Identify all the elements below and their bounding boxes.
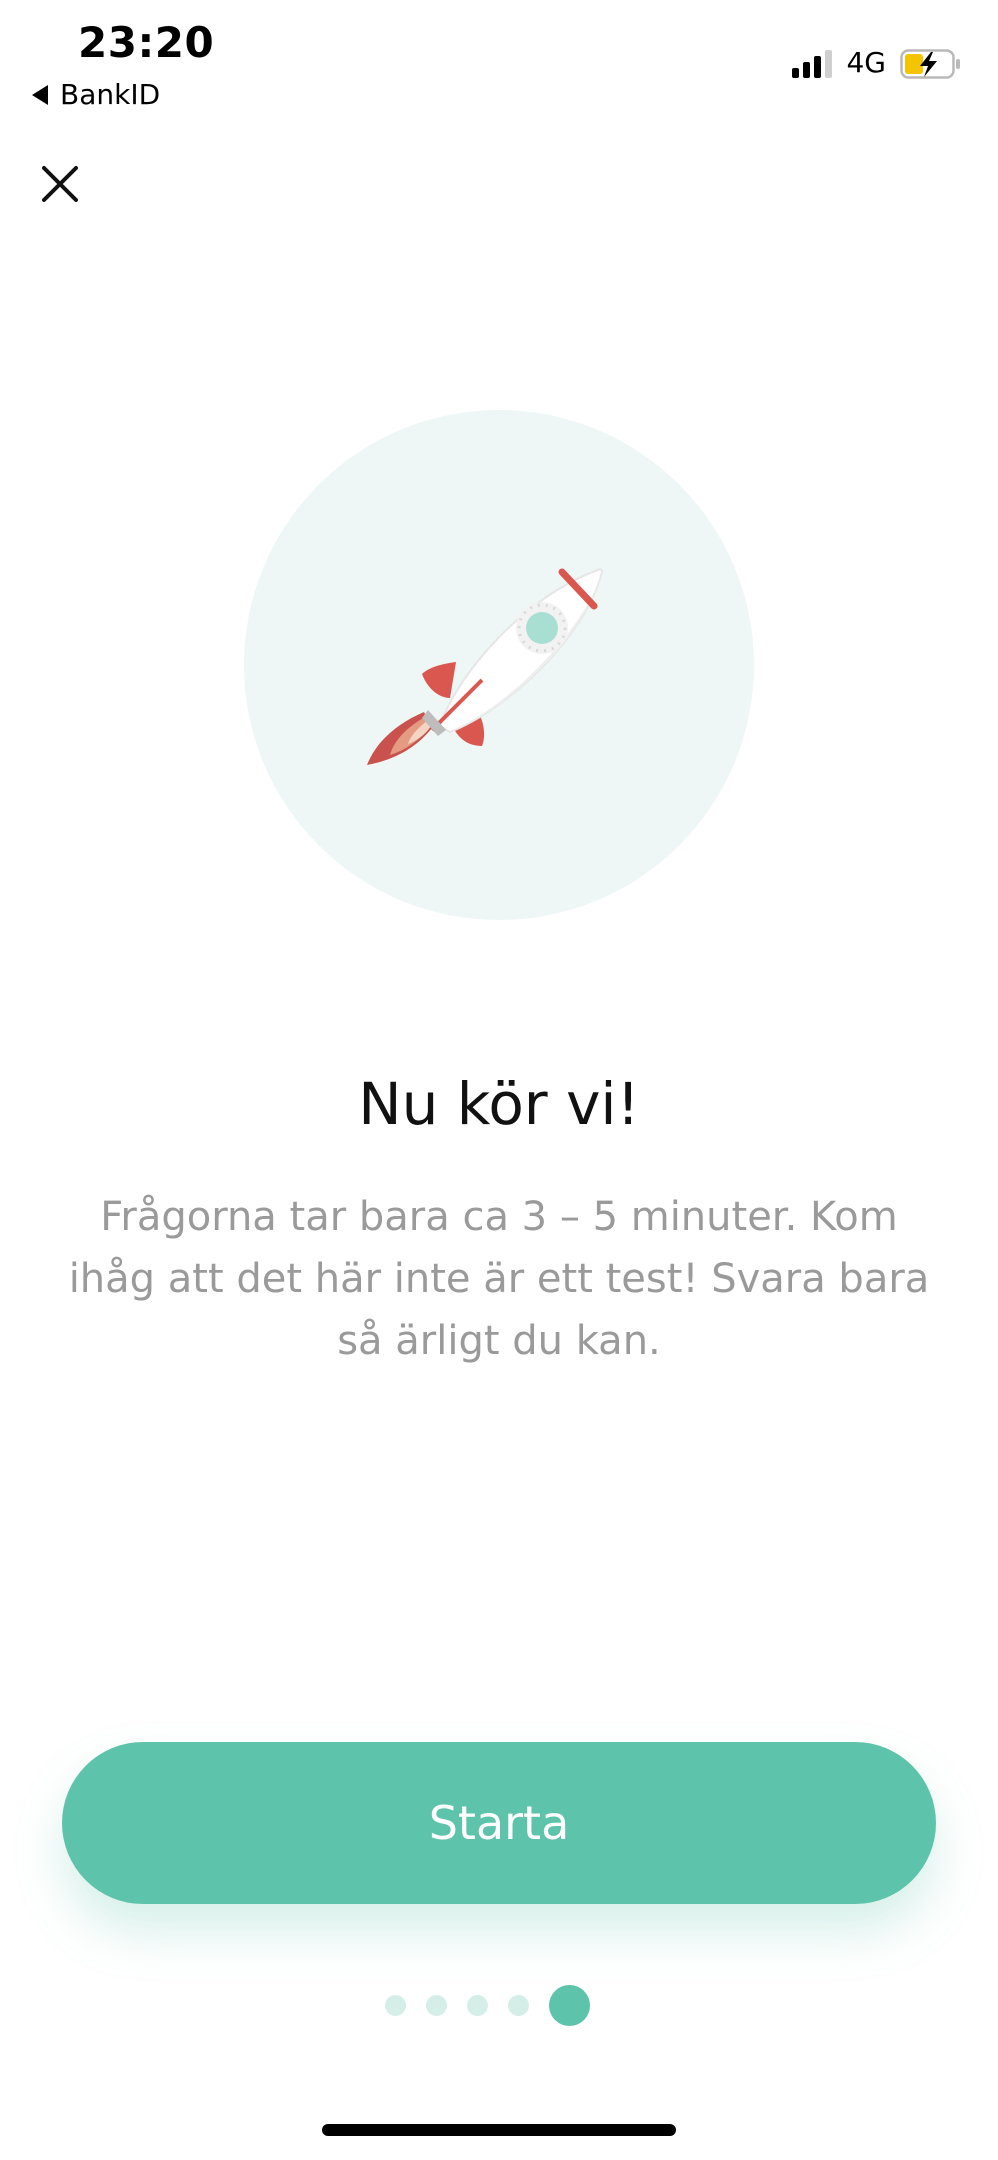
status-time: 23:20 [78,18,215,67]
page-dot-1[interactable] [385,1994,406,2016]
back-triangle-icon [32,84,48,105]
network-type: 4G [846,46,886,79]
page-dot-2[interactable] [426,1994,447,2016]
page-dot-4[interactable] [508,1994,529,2016]
close-icon [42,166,78,202]
back-to-app-link[interactable]: BankID [32,78,160,111]
page-indicator [385,1984,590,2026]
battery-charging-icon [900,48,960,79]
status-indicators: 4G [792,46,960,79]
start-button[interactable]: Starta [62,1742,936,1904]
rocket-icon [367,568,604,765]
back-app-label: BankID [60,78,161,111]
page-title: Nu kör vi! [358,1070,640,1138]
close-button[interactable] [36,160,84,208]
rocket-illustration [244,410,754,920]
description-text: Frågorna tar bara ca 3 – 5 minuter. Kom … [68,1194,930,1364]
signal-strength-icon [792,48,833,78]
home-indicator[interactable] [322,2124,676,2136]
page-dot-3[interactable] [467,1994,488,2016]
page-dot-5-active[interactable] [549,1984,590,2026]
